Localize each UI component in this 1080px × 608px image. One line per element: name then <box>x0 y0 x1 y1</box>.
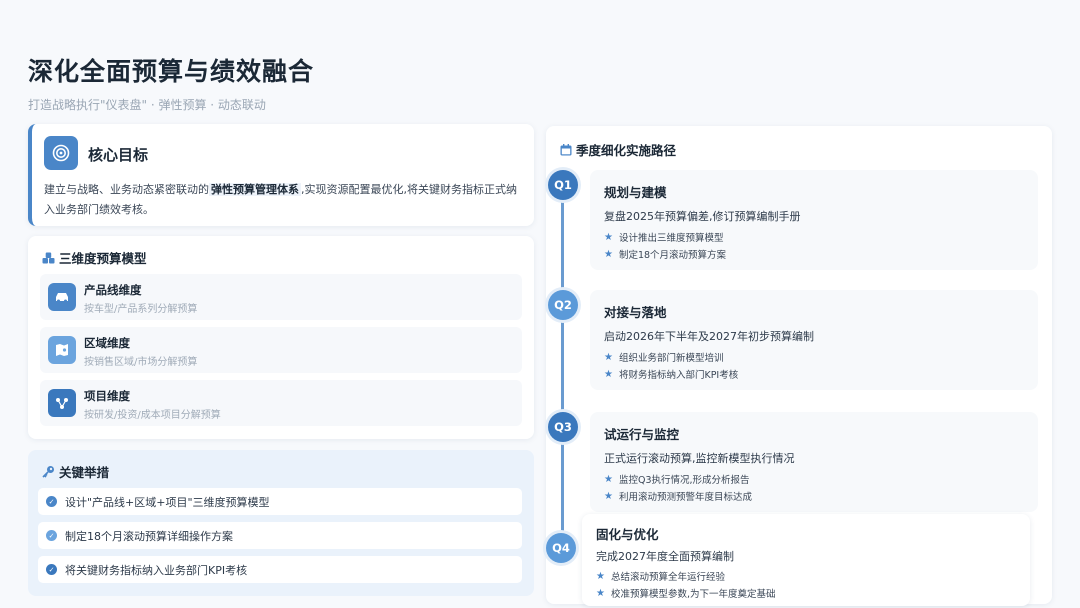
dimension-title: 区域维度 <box>84 336 130 350</box>
phase-title: 固化与优化 <box>596 527 659 542</box>
phase-item: ★ 利用滚动预测预警年度目标达成 <box>604 490 752 504</box>
star-icon: ★ <box>596 587 605 599</box>
dimension-project: 项目维度 按研发/投资/成本项目分解预算 <box>40 380 522 426</box>
star-icon: ★ <box>604 248 613 260</box>
phase-q4: 固化与优化 完成2027年度全面预算编制 ★ 总结滚动预算全年运行经验 ★ 校准预算… <box>582 514 1030 606</box>
q2-badge: Q2 <box>548 290 578 320</box>
phase-title: 规划与建模 <box>604 185 667 200</box>
phase-item: ★ 校准预算模型参数,为下一年度奠定基础 <box>596 587 776 601</box>
dimension-subtitle: 按研发/投资/成本项目分解预算 <box>84 410 221 421</box>
phase-item: ★ 将财务指标纳入部门KPI考核 <box>604 368 739 382</box>
budget-model-card: 三维度预算模型 产品线维度 按车型/产品系列分解预算 区域维度 按销售区域/市场… <box>28 236 534 439</box>
dimension-subtitle: 按销售区域/市场分解预算 <box>84 357 198 368</box>
key-measures-card: 关键举措 ✓ 设计"产品线+区域+项目"三维度预算模型 ✓ 制定18个月滚动预算… <box>28 450 534 596</box>
model-heading: 三维度预算模型 <box>42 248 147 267</box>
dimension-product-line: 产品线维度 按车型/产品系列分解预算 <box>40 274 522 320</box>
dimension-subtitle: 按车型/产品系列分解预算 <box>84 304 198 315</box>
core-goal-title: 核心目标 <box>88 146 149 164</box>
dimension-title: 项目维度 <box>84 389 130 403</box>
region-icon <box>48 336 76 364</box>
measure-item: ✓ 将关键财务指标纳入业务部门KPI考核 <box>38 556 522 583</box>
phase-description: 启动2026年下半年及2027年初步预算编制 <box>604 330 814 343</box>
star-icon: ★ <box>604 490 613 502</box>
cubes-icon <box>42 252 55 263</box>
check-icon: ✓ <box>46 564 57 575</box>
phase-item: ★ 组织业务部门新模型培训 <box>604 351 724 365</box>
project-icon <box>48 389 76 417</box>
phase-item: ★ 设计推出三维度预算模型 <box>604 231 724 245</box>
phase-description: 完成2027年度全面预算编制 <box>596 550 734 563</box>
page-title: 深化全面预算与绩效融合 <box>28 57 315 86</box>
core-goal-description: 建立与战略、业务动态紧密联动的 弹性预算管理体系 ,实现资源配置最优化,将关键财务指… <box>44 183 517 216</box>
star-icon: ★ <box>604 351 613 363</box>
check-icon: ✓ <box>46 530 57 541</box>
q3-badge: Q3 <box>548 412 578 442</box>
core-goal-card: 核心目标 建立与战略、业务动态紧密联动的 弹性预算管理体系 ,实现资源配置最优化,将… <box>28 124 534 226</box>
phase-q2: 对接与落地 启动2026年下半年及2027年初步预算编制 ★ 组织业务部门新模型培… <box>590 290 1038 390</box>
phase-title: 试运行与监控 <box>604 427 680 442</box>
calendar-icon <box>560 143 572 155</box>
q1-badge: Q1 <box>548 170 578 200</box>
phase-item: ★ 制定18个月滚动预算方案 <box>604 248 727 262</box>
dimension-region: 区域维度 按销售区域/市场分解预算 <box>40 327 522 373</box>
phase-description: 正式运行滚动预算,监控新模型执行情况 <box>604 452 795 465</box>
check-icon: ✓ <box>46 496 57 507</box>
phase-q3: 试运行与监控 正式运行滚动预算,监控新模型执行情况 ★ 监控Q3执行情况,形成分析… <box>590 412 1038 512</box>
measure-item: ✓ 设计"产品线+区域+项目"三维度预算模型 <box>38 488 522 515</box>
measures-heading: 关键举措 <box>42 462 109 481</box>
star-icon: ★ <box>604 368 613 380</box>
star-icon: ★ <box>604 473 613 485</box>
measure-item: ✓ 制定18个月滚动预算详细操作方案 <box>38 522 522 549</box>
phase-q1: 规划与建模 复盘2025年预算偏差,修订预算编制手册 ★ 设计推出三维度预算模型 … <box>590 170 1038 270</box>
dimension-title: 产品线维度 <box>84 283 142 297</box>
page-subtitle: 打造战略执行"仪表盘" · 弹性预算 · 动态联动 <box>28 98 266 112</box>
phase-item: ★ 总结滚动预算全年运行经验 <box>596 570 725 584</box>
car-icon <box>48 283 76 311</box>
phase-item: ★ 监控Q3执行情况,形成分析报告 <box>604 473 750 487</box>
phase-description: 复盘2025年预算偏差,修订预算编制手册 <box>604 210 801 223</box>
route-heading: 季度细化实施路径 <box>560 140 676 159</box>
timeline-line <box>561 196 564 542</box>
q4-badge: Q4 <box>546 533 576 563</box>
star-icon: ★ <box>604 231 613 243</box>
highlight-text: 弹性预算管理体系 <box>209 183 301 196</box>
key-icon <box>42 466 54 478</box>
phase-title: 对接与落地 <box>604 305 667 320</box>
target-icon <box>44 136 78 170</box>
star-icon: ★ <box>596 570 605 582</box>
